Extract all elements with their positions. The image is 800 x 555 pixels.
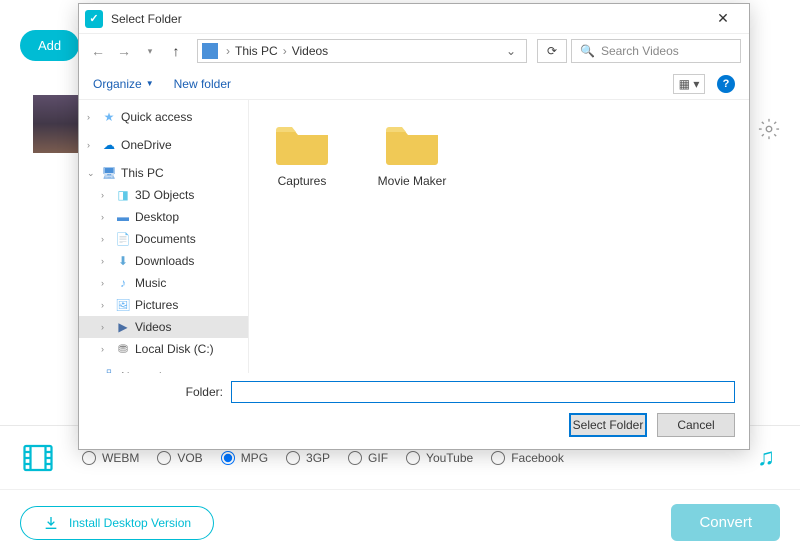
pc-icon: 🖥 [101, 165, 117, 181]
search-placeholder: Search Videos [601, 44, 679, 58]
desktop-icon: ▬ [115, 209, 131, 225]
tree-pictures[interactable]: ›🖼Pictures [79, 294, 248, 316]
help-button[interactable]: ? [717, 75, 735, 93]
folder-field-label: Folder: [93, 385, 223, 399]
settings-icon[interactable] [758, 118, 780, 140]
toolbar: Organize▼ New folder ▦ ▾ ? [79, 68, 749, 100]
folder-content[interactable]: Captures Movie Maker [249, 100, 749, 373]
format-mpg[interactable]: MPG [221, 451, 268, 465]
convert-button[interactable]: Convert [671, 504, 780, 541]
tree-desktop[interactable]: ›▬Desktop [79, 206, 248, 228]
folder-movie-maker[interactable]: Movie Maker [377, 122, 447, 188]
pictures-icon: 🖼 [115, 297, 131, 313]
organize-menu[interactable]: Organize▼ [93, 77, 154, 91]
format-vob[interactable]: VOB [157, 451, 202, 465]
select-folder-button[interactable]: Select Folder [569, 413, 647, 437]
app-icon: ✓ [85, 10, 103, 28]
folder-icon [384, 122, 440, 166]
tree-downloads[interactable]: ›⬇Downloads [79, 250, 248, 272]
nav-back-icon[interactable]: ← [87, 40, 109, 62]
dialog-title: Select Folder [111, 12, 703, 26]
tree-3d-objects[interactable]: ›◨3D Objects [79, 184, 248, 206]
downloads-icon: ⬇ [115, 253, 131, 269]
dialog-footer: Folder: Select Folder Cancel [79, 373, 749, 449]
titlebar: ✓ Select Folder ✕ [79, 4, 749, 34]
path-dropdown-icon[interactable]: ⌄ [500, 44, 522, 58]
view-options-button[interactable]: ▦ ▾ [673, 74, 705, 94]
folder-name-input[interactable] [231, 381, 735, 403]
star-icon: ★ [101, 109, 117, 125]
pc-icon [202, 43, 218, 59]
tree-documents[interactable]: ›📄Documents [79, 228, 248, 250]
chevron-down-icon: ▼ [146, 79, 154, 88]
tree-onedrive[interactable]: ›☁OneDrive [79, 134, 248, 156]
breadcrumb-this-pc[interactable]: This PC [232, 44, 281, 58]
tree-this-pc[interactable]: ⌄🖥This PC [79, 162, 248, 184]
tree-local-disk[interactable]: ›⛃Local Disk (C:) [79, 338, 248, 360]
folder-tree: ›★Quick access ›☁OneDrive ⌄🖥This PC ›◨3D… [79, 100, 249, 373]
select-folder-dialog: ✓ Select Folder ✕ ← → ▾ ↑ › This PC › Vi… [78, 3, 750, 450]
breadcrumb-videos[interactable]: Videos [289, 44, 331, 58]
folder-icon [274, 122, 330, 166]
nav-recent-icon[interactable]: ▾ [139, 40, 161, 62]
tree-videos[interactable]: ›▶Videos [79, 316, 248, 338]
nav-up-icon[interactable]: ↑ [165, 40, 187, 62]
folder-captures[interactable]: Captures [267, 122, 337, 188]
add-files-button[interactable]: Add [20, 30, 79, 61]
install-desktop-button[interactable]: Install Desktop Version [20, 506, 214, 540]
download-icon [43, 515, 59, 531]
folder-label: Movie Maker [378, 174, 447, 188]
tree-music[interactable]: ›♪Music [79, 272, 248, 294]
format-youtube[interactable]: YouTube [406, 451, 473, 465]
chevron-right-icon: › [224, 44, 232, 58]
refresh-button[interactable]: ⟳ [537, 39, 567, 63]
format-3gp[interactable]: 3GP [286, 451, 330, 465]
cube-icon: ◨ [115, 187, 131, 203]
format-webm[interactable]: WEBM [82, 451, 139, 465]
search-input[interactable]: 🔍 Search Videos [571, 39, 741, 63]
music-icon: ♪ [115, 275, 131, 291]
search-icon: 🔍 [580, 44, 595, 58]
cancel-button[interactable]: Cancel [657, 413, 735, 437]
format-facebook[interactable]: Facebook [491, 451, 564, 465]
documents-icon: 📄 [115, 231, 131, 247]
folder-label: Captures [278, 174, 327, 188]
chevron-right-icon: › [281, 44, 289, 58]
disk-icon: ⛃ [115, 341, 131, 357]
bottom-bar: Install Desktop Version Convert [0, 489, 800, 555]
videos-icon: ▶ [115, 319, 131, 335]
film-icon [20, 440, 56, 476]
new-folder-button[interactable]: New folder [174, 77, 231, 91]
cloud-icon: ☁ [101, 137, 117, 153]
breadcrumb[interactable]: › This PC › Videos ⌄ [197, 39, 527, 63]
nav-bar: ← → ▾ ↑ › This PC › Videos ⌄ ⟳ 🔍 Search … [79, 34, 749, 68]
tree-quick-access[interactable]: ›★Quick access [79, 106, 248, 128]
nav-forward-icon: → [113, 40, 135, 62]
format-gif[interactable]: GIF [348, 451, 388, 465]
close-button[interactable]: ✕ [703, 5, 743, 33]
music-icon[interactable]: ♫ [757, 444, 775, 472]
tree-network[interactable]: ›🖧Network [79, 366, 248, 373]
